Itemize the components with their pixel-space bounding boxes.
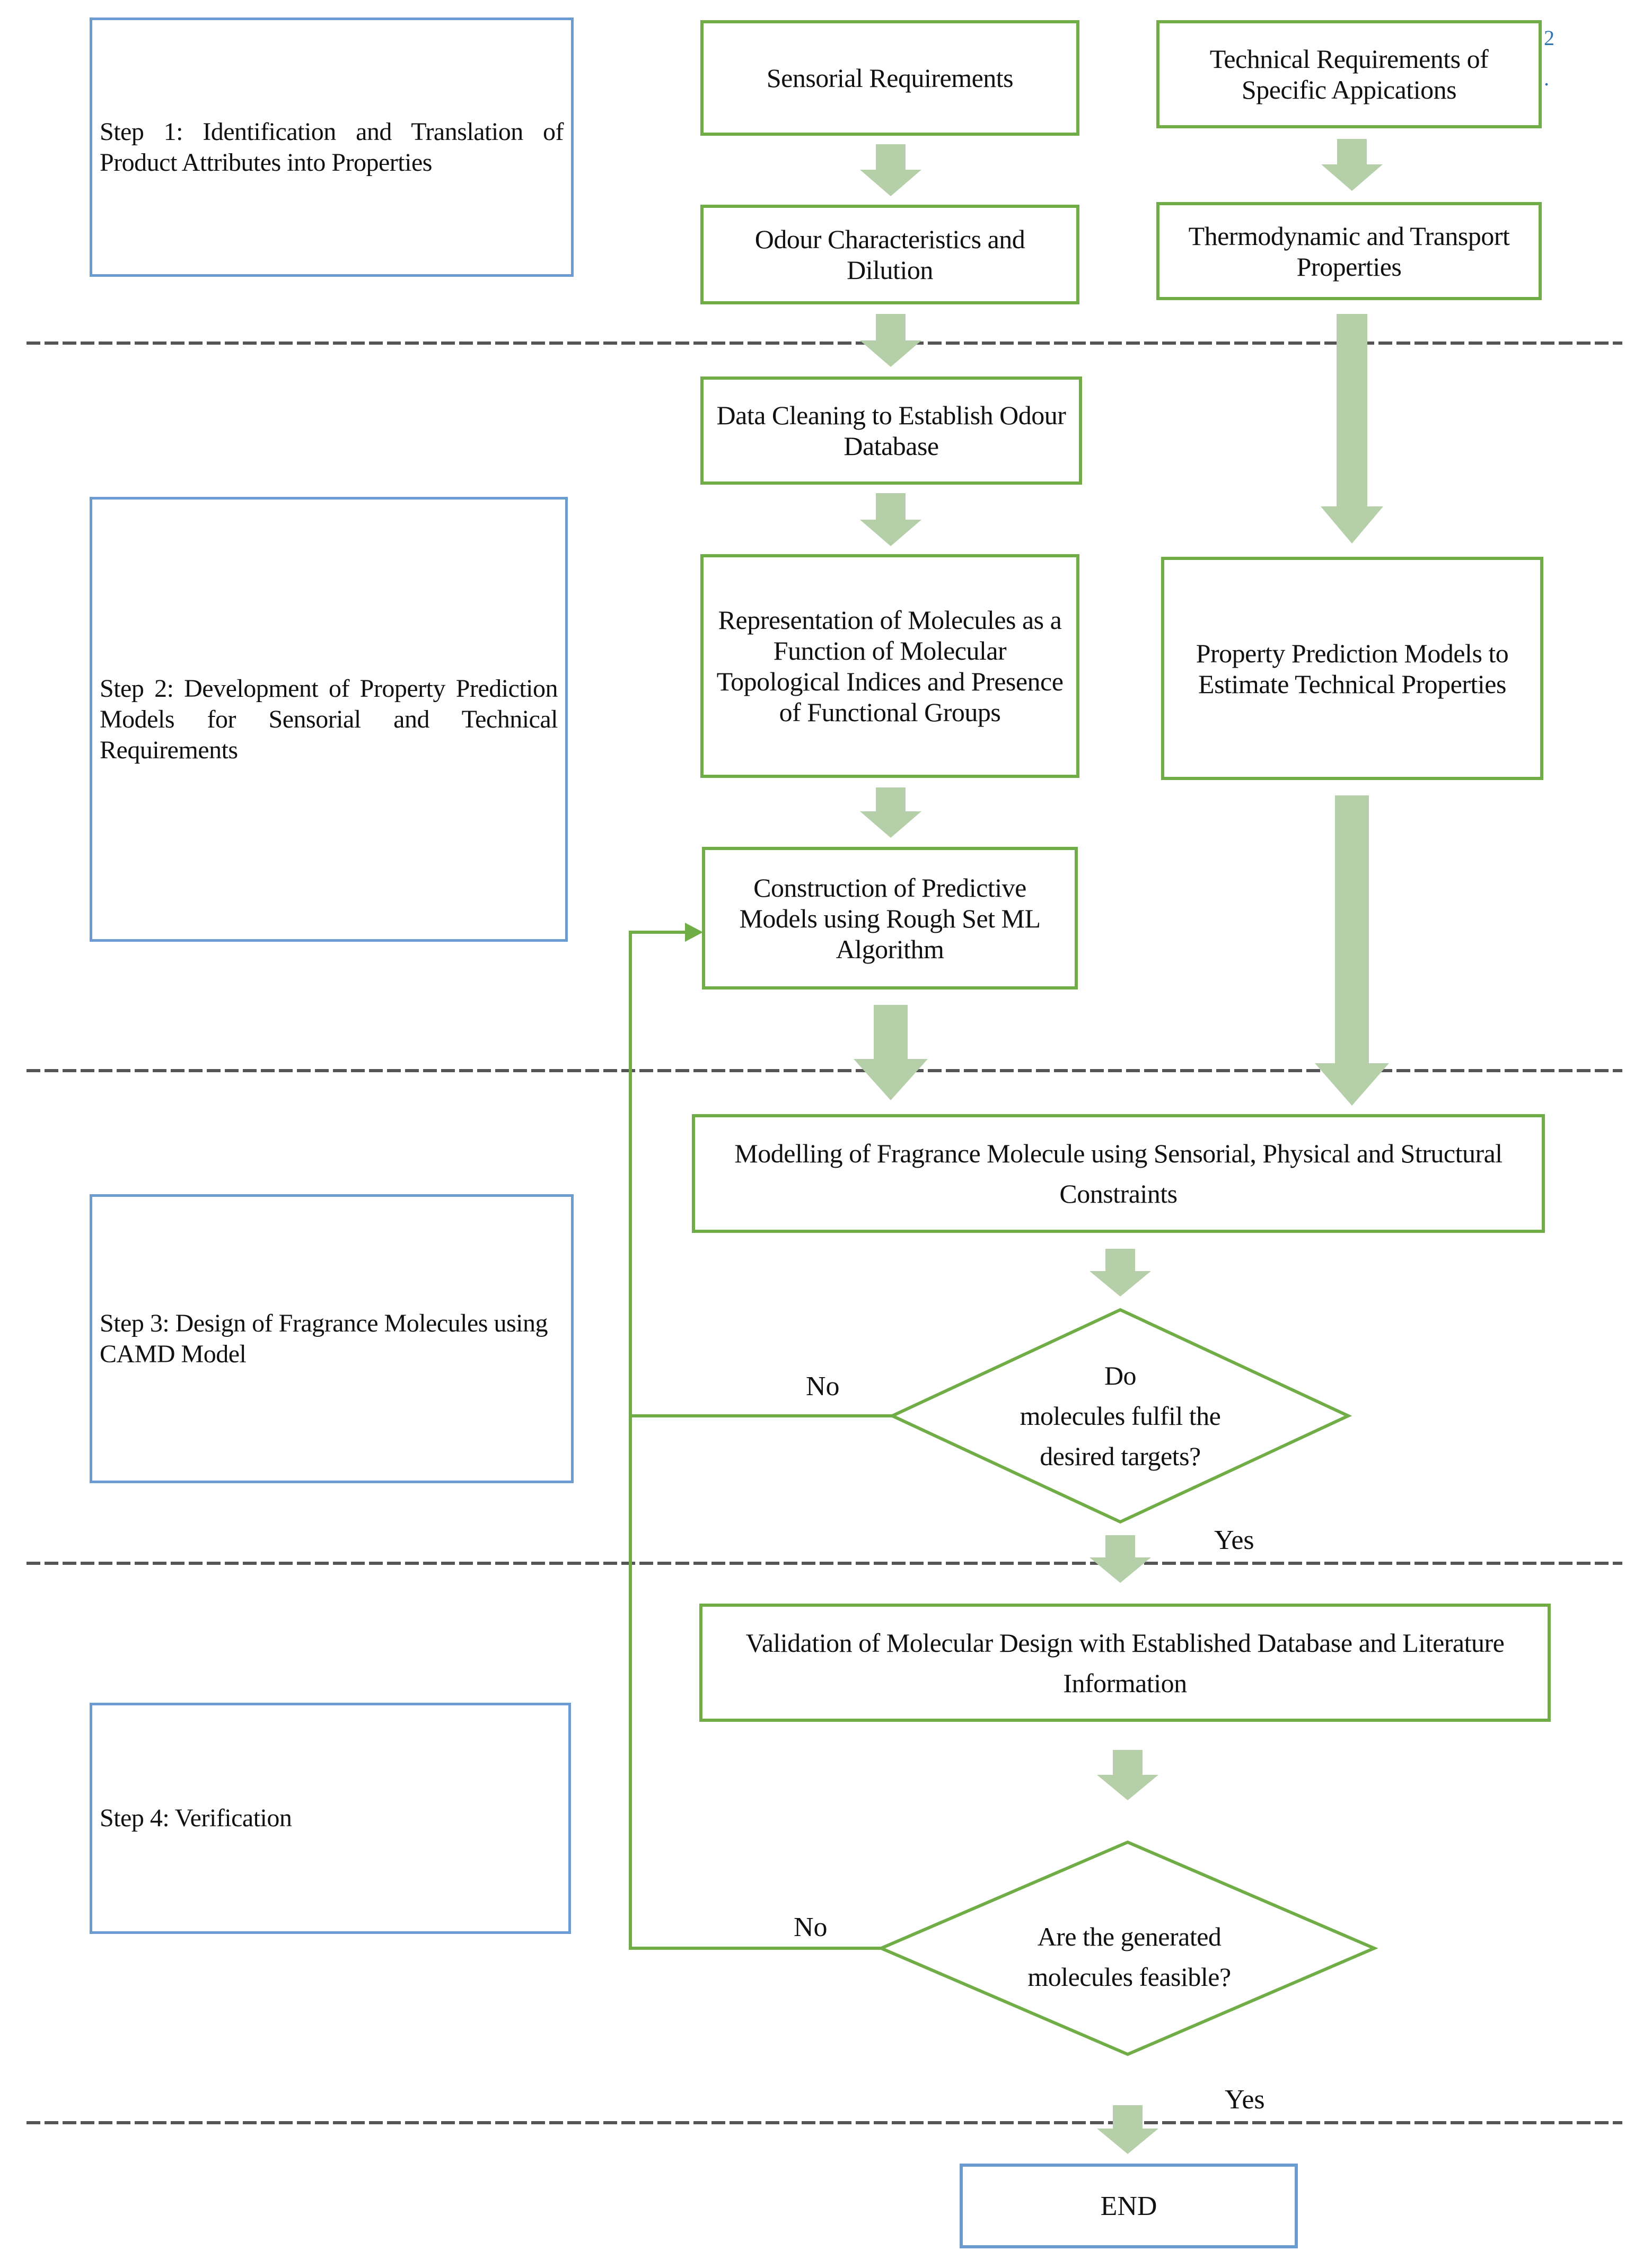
decision-2-no-label: No [794, 1912, 828, 1942]
step-2-box: Step 2: Development of Property Predicti… [90, 497, 568, 942]
arrow-decision2-to-end-icon [1097, 2105, 1158, 2154]
odour-characteristics-box: Odour Characteristics and Dilution [700, 205, 1079, 304]
step-4-box: Step 4: Verification [90, 1703, 571, 1934]
representation-label: Representation of Molecules as a Functio… [716, 605, 1064, 727]
step-4-label: Step 4: Verification [100, 1804, 292, 1832]
connector-feedback-loop [629, 931, 881, 1950]
property-prediction-label: Property Prediction Models to Estimate T… [1196, 638, 1509, 699]
step-3-label: Step 3: Design of Fragrance Molecules us… [100, 1309, 548, 1368]
arrow-odour-to-datacleaning-icon [860, 314, 921, 367]
thermodynamic-properties-label: Thermodynamic and Transport Properties [1188, 221, 1510, 282]
decision-feasible-text: Are the generated molecules feasible? [1027, 1916, 1231, 1997]
decision-1-yes-label: Yes [1214, 1525, 1254, 1555]
end-label: END [1100, 2191, 1157, 2221]
decision-targets-line-3: desired targets? [1040, 1441, 1201, 1471]
decision-targets-line-2: molecules fulfil the [1020, 1401, 1221, 1431]
step-2-label: Step 2: Development of Property Predicti… [100, 674, 558, 764]
validation-box: Validation of Molecular Design with Esta… [699, 1604, 1551, 1722]
step-1-box: Step 1: Identification and Translation o… [90, 17, 574, 277]
technical-requirements-label: Technical Requirements of Specific Appic… [1209, 44, 1489, 104]
arrow-thermo-to-propprediction-icon [1321, 314, 1383, 544]
decision-targets-text: Do molecules fulfil the desired targets? [1020, 1355, 1221, 1476]
odour-characteristics-label: Odour Characteristics and Dilution [754, 224, 1025, 285]
end-box: END [960, 2164, 1298, 2248]
step-3-box: Step 3: Design of Fragrance Molecules us… [90, 1194, 574, 1483]
decision-feasible-line-1: Are the generated [1037, 1922, 1222, 1951]
sensorial-requirements-box: Sensorial Requirements [700, 20, 1079, 136]
arrow-propprediction-to-modelling-icon [1315, 795, 1389, 1106]
arrow-construction-to-modelling-icon [854, 1005, 928, 1100]
flowchart-canvas: Step 1: Identification and Translation o… [0, 0, 1643, 2268]
technical-requirements-box: Technical Requirements of Specific Appic… [1156, 20, 1542, 128]
stray-mark-b: . [1544, 66, 1549, 90]
construction-label: Construction of Predictive Models using … [739, 872, 1041, 964]
decision-1-no-label: No [806, 1371, 840, 1402]
thermodynamic-properties-box: Thermodynamic and Transport Properties [1156, 202, 1542, 300]
arrow-sensorial-to-odour-icon [860, 144, 921, 196]
arrow-validation-to-decision2-icon [1097, 1750, 1158, 1800]
data-cleaning-box: Data Cleaning to Establish Odour Databas… [700, 376, 1082, 485]
arrow-technical-to-thermo-icon [1321, 139, 1383, 191]
arrow-modelling-to-decision1-icon [1090, 1249, 1151, 1297]
step-1-label: Step 1: Identification and Translation o… [100, 117, 564, 177]
modelling-label: Modelling of Fragrance Molecule using Se… [734, 1139, 1503, 1209]
arrow-decision1-to-validation-icon [1090, 1535, 1151, 1583]
arrow-datacleaning-to-representation-icon [860, 493, 921, 546]
validation-label: Validation of Molecular Design with Esta… [745, 1627, 1505, 1698]
modelling-box: Modelling of Fragrance Molecule using Se… [692, 1114, 1545, 1233]
decision-targets-line-1: Do [1104, 1361, 1137, 1390]
sensorial-requirements-label: Sensorial Requirements [766, 63, 1014, 93]
data-cleaning-label: Data Cleaning to Establish Odour Databas… [716, 400, 1066, 461]
property-prediction-box: Property Prediction Models to Estimate T… [1161, 557, 1543, 780]
decision-feasible-line-2: molecules feasible? [1027, 1962, 1231, 1992]
arrow-representation-to-construction-icon [860, 787, 921, 838]
representation-box: Representation of Molecules as a Functio… [700, 554, 1079, 778]
stray-mark-a: 2 [1544, 26, 1554, 50]
feedback-arrowhead-icon [685, 923, 703, 942]
construction-box: Construction of Predictive Models using … [702, 847, 1078, 989]
decision-2-yes-label: Yes [1225, 2085, 1265, 2115]
